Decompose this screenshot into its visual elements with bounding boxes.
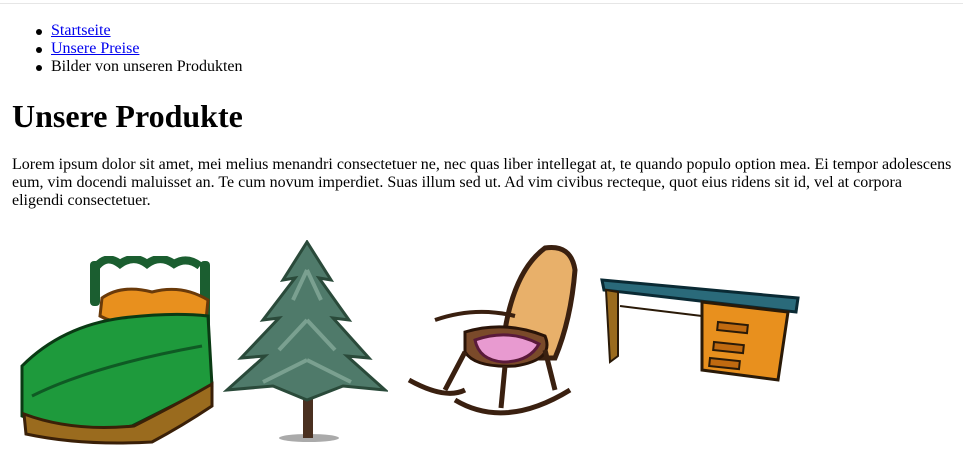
product-rocking-chair (405, 240, 580, 422)
pine-tree-icon (223, 240, 388, 442)
top-divider (0, 3, 963, 4)
breadcrumb: Startseite Unsere Preise Bilder von unse… (36, 22, 243, 76)
breadcrumb-link-prices[interactable]: Unsere Preise (51, 40, 139, 57)
intro-paragraph: Lorem ipsum dolor sit amet, mei melius m… (12, 156, 952, 209)
desk-icon (600, 278, 800, 382)
breadcrumb-item-prices: Unsere Preise (36, 40, 243, 58)
breadcrumb-item-home: Startseite (36, 22, 243, 40)
breadcrumb-item-current: Bilder von unseren Produkten (36, 58, 243, 76)
breadcrumb-link-home[interactable]: Startseite (51, 22, 111, 39)
product-gallery (0, 226, 963, 469)
product-desk (598, 276, 806, 388)
rocking-chair-icon (407, 244, 578, 416)
breadcrumb-current-label: Bilder von unseren Produkten (51, 58, 243, 75)
product-bed (12, 256, 217, 448)
bed-icon (20, 256, 214, 445)
page-title: Unsere Produkte (12, 98, 243, 134)
product-tree (223, 240, 388, 445)
